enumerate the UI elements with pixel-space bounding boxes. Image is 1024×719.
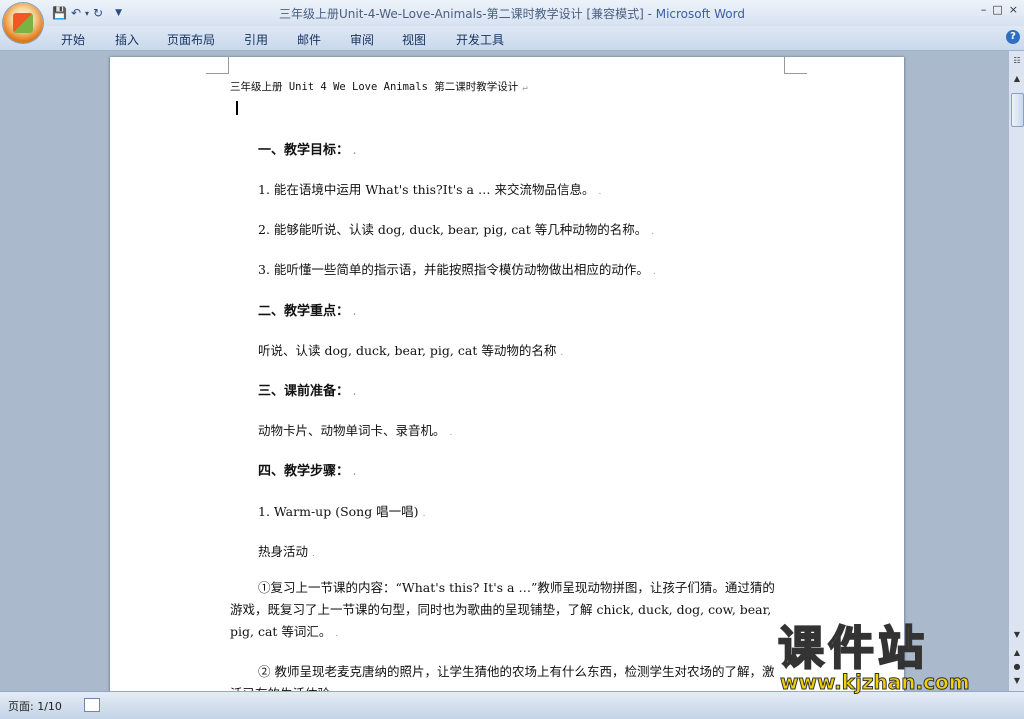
status-bar: 页面: 1/10 bbox=[0, 691, 1024, 719]
proofing-icon[interactable] bbox=[84, 698, 100, 712]
window-title: 三年级上册Unit-4-We-Love-Animals-第二课时教学设计 [兼容… bbox=[0, 5, 1024, 22]
title-bar: 💾 ↶ ▾ ↻ ▼ 三年级上册Unit-4-We-Love-Animals-第二… bbox=[0, 0, 1024, 26]
tab-insert[interactable]: 插入 bbox=[115, 31, 139, 48]
tab-home[interactable]: 开始 bbox=[61, 31, 85, 48]
paragraph: 3. 能听懂一些简单的指示语，并能按照指令模仿动物做出相应的动作。. bbox=[258, 262, 656, 277]
previous-page-icon[interactable]: ▲ bbox=[1011, 647, 1023, 659]
scroll-up-icon[interactable]: ▲ bbox=[1011, 73, 1023, 85]
paragraph: 1. 能在语境中运用 What's this?It's a … 来交流物品信息。… bbox=[258, 182, 602, 197]
tab-page-layout[interactable]: 页面布局 bbox=[167, 31, 215, 48]
office-logo-icon bbox=[13, 13, 33, 33]
office-button[interactable] bbox=[3, 3, 43, 43]
ruler-toggle-icon[interactable]: ☷ bbox=[1011, 55, 1023, 67]
text-cursor bbox=[236, 101, 238, 115]
close-button[interactable]: × bbox=[1009, 3, 1018, 16]
scroll-thumb[interactable] bbox=[1011, 93, 1024, 127]
browse-object-icon[interactable]: ● bbox=[1011, 661, 1023, 673]
document-title: 三年级上册Unit-4-We-Love-Animals-第二课时教学设计 [兼容… bbox=[278, 7, 656, 21]
paragraph: ①复习上一节课的内容：“What's this? It's a …”教师呈现动物… bbox=[230, 580, 775, 639]
document-page[interactable]: 三年级上册 Unit 4 We Love Animals 第二课时教学设计 ↵ 一… bbox=[110, 57, 904, 691]
section-heading: 四、教学步骤：. bbox=[258, 464, 357, 479]
watermark-text: 课件站 bbox=[777, 620, 928, 676]
tab-review[interactable]: 审阅 bbox=[350, 31, 374, 48]
paragraph: 动物卡片、动物单词卡、录音机。. bbox=[258, 423, 453, 438]
tab-mailings[interactable]: 邮件 bbox=[297, 31, 321, 48]
watermark-url: www.kjzhan.com bbox=[780, 670, 971, 695]
next-page-icon[interactable]: ▼ bbox=[1011, 675, 1023, 687]
app-name: Microsoft Word bbox=[655, 7, 745, 21]
section-heading: 二、教学重点：. bbox=[258, 304, 357, 319]
paragraph: 听说、认读 dog, duck, bear, pig, cat 等动物的名称. bbox=[258, 343, 564, 358]
minimize-button[interactable]: – bbox=[981, 3, 987, 16]
paragraph: 热身活动. bbox=[258, 544, 315, 559]
section-heading: 一、教学目标：. bbox=[258, 143, 357, 158]
scroll-down-icon[interactable]: ▼ bbox=[1011, 629, 1023, 641]
tab-developer[interactable]: 开发工具 bbox=[456, 31, 504, 48]
paragraph: ② 教师呈现老麦克唐纳的照片，让学生猜他的农场上有什么东西，检测学生对农场的了解… bbox=[230, 664, 775, 691]
tab-view[interactable]: 视图 bbox=[402, 31, 426, 48]
restore-button[interactable]: □ bbox=[992, 3, 1002, 16]
tab-references[interactable]: 引用 bbox=[244, 31, 268, 48]
document-area: 三年级上册 Unit 4 We Love Animals 第二课时教学设计 ↵ 一… bbox=[0, 51, 1008, 691]
page-indicator[interactable]: 页面: 1/10 bbox=[8, 698, 62, 714]
crop-mark-top-left bbox=[206, 57, 229, 74]
paragraph: 1. Warm-up (Song 唱一唱). bbox=[258, 504, 426, 519]
section-heading: 三、课前准备：. bbox=[258, 384, 357, 399]
help-icon[interactable]: ? bbox=[1006, 30, 1020, 44]
crop-mark-top-right bbox=[784, 57, 807, 74]
header-line: 三年级上册 Unit 4 We Love Animals 第二课时教学设计 ↵ bbox=[230, 81, 528, 93]
ribbon-tabs: 开始 插入 页面布局 引用 邮件 审阅 视图 开发工具 ? bbox=[0, 26, 1024, 51]
watermark-logo: 课件站 www.kjzhan.com bbox=[770, 612, 1006, 695]
window-controls: – □ × bbox=[981, 3, 1018, 16]
vertical-scrollbar[interactable]: ☷ ▲ ▼ ▲ ● ▼ bbox=[1008, 51, 1024, 691]
paragraph: 2. 能够能听说、认读 dog, duck, bear, pig, cat 等几… bbox=[258, 222, 655, 237]
